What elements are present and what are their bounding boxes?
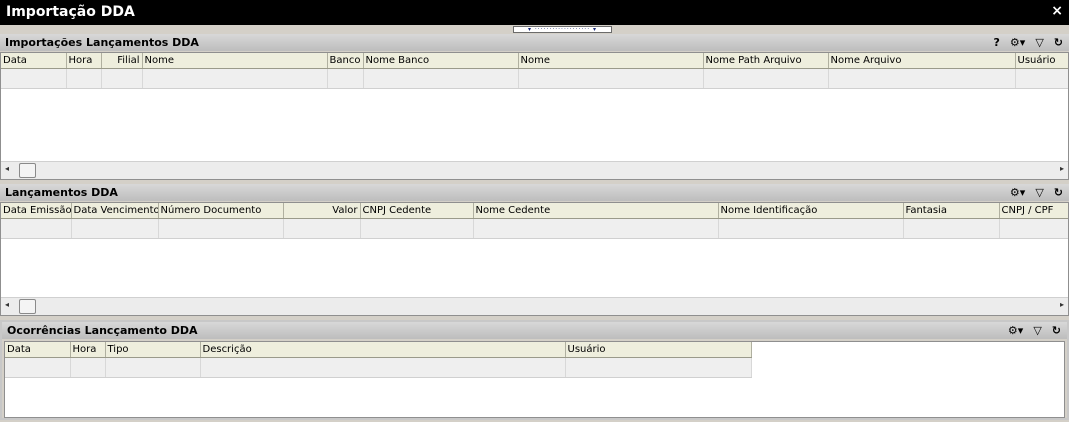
column-header[interactable]: Usuário bbox=[1015, 53, 1068, 69]
column-header[interactable]: Data Emissão bbox=[1, 203, 72, 219]
grid-importacoes: Data Hora Filial Nome Banco Nome Banco N… bbox=[0, 52, 1069, 180]
panel-header: Ocorrências Lancçamento DDA ⚙▾ ▽ ↻ bbox=[2, 322, 1067, 339]
refresh-icon[interactable]: ↻ bbox=[1054, 186, 1063, 199]
column-header[interactable]: Hora bbox=[70, 342, 106, 358]
column-header[interactable]: Usuário bbox=[565, 342, 752, 358]
panel-toolbar: ⚙▾ ▽ ↻ bbox=[1010, 185, 1063, 200]
grid-table: Data Emissão Data Vencimento Número Docu… bbox=[1, 203, 1068, 239]
panel-toolbar: ⚙▾ ▽ ↻ bbox=[1008, 323, 1061, 338]
scroll-left-icon[interactable]: ◂ bbox=[5, 300, 9, 309]
panel-importacoes: Importações Lançamentos DDA ? ⚙▾ ▽ ↻ Dat… bbox=[0, 34, 1069, 180]
config-icon[interactable]: ⚙▾ bbox=[1010, 186, 1025, 199]
column-header[interactable]: Número Documento bbox=[158, 203, 284, 219]
scroll-right-icon[interactable]: ▸ bbox=[1060, 164, 1064, 173]
horizontal-scrollbar[interactable]: ◂ ▸ bbox=[1, 297, 1068, 315]
window-title: Importação DDA bbox=[6, 4, 135, 20]
column-header[interactable]: Filial bbox=[101, 53, 143, 69]
grid-ocorrencias: Data Hora Tipo Descrição Usuário bbox=[4, 341, 1065, 418]
table-row[interactable] bbox=[5, 357, 752, 378]
panel-header: Lançamentos DDA ⚙▾ ▽ ↻ bbox=[0, 184, 1069, 201]
filter-icon[interactable]: ▽ bbox=[1035, 36, 1043, 49]
column-header[interactable]: Nome Path Arquivo bbox=[703, 53, 829, 69]
grid-lancamentos: Data Emissão Data Vencimento Número Docu… bbox=[0, 202, 1069, 316]
column-header[interactable]: Descrição bbox=[200, 342, 566, 358]
column-header[interactable]: Nome Cedente bbox=[473, 203, 719, 219]
grid-header-row: Data Emissão Data Vencimento Número Docu… bbox=[1, 203, 1068, 219]
close-icon[interactable]: × bbox=[1051, 3, 1063, 19]
column-header[interactable]: Fantasia bbox=[903, 203, 1000, 219]
panel-toolbar: ? ⚙▾ ▽ ↻ bbox=[994, 35, 1063, 50]
filter-icon[interactable]: ▽ bbox=[1033, 324, 1041, 337]
column-header[interactable]: Banco bbox=[327, 53, 364, 69]
column-header[interactable]: Nome Identificação bbox=[718, 203, 904, 219]
column-header[interactable]: Data Vencimento bbox=[71, 203, 159, 219]
horizontal-scrollbar[interactable]: ◂ ▸ bbox=[1, 161, 1068, 179]
config-icon[interactable]: ⚙▾ bbox=[1008, 324, 1023, 337]
table-row[interactable] bbox=[1, 218, 1068, 239]
column-header[interactable]: Nome bbox=[518, 53, 704, 69]
column-header[interactable]: Data bbox=[5, 342, 71, 358]
config-icon[interactable]: ⚙▾ bbox=[1010, 36, 1025, 49]
panel-ocorrencias: Ocorrências Lancçamento DDA ⚙▾ ▽ ↻ Data … bbox=[0, 320, 1069, 420]
filter-icon[interactable]: ▽ bbox=[1035, 186, 1043, 199]
grid-table: Data Hora Filial Nome Banco Nome Banco N… bbox=[1, 53, 1068, 89]
refresh-icon[interactable]: ↻ bbox=[1052, 324, 1061, 337]
column-header[interactable]: CNPJ / CPF bbox=[999, 203, 1068, 219]
grid-header-row: Data Hora Filial Nome Banco Nome Banco N… bbox=[1, 53, 1068, 69]
table-row[interactable] bbox=[1, 68, 1068, 89]
panel-title: Ocorrências Lancçamento DDA bbox=[7, 324, 198, 337]
column-header[interactable]: Nome Arquivo bbox=[828, 53, 1016, 69]
column-header[interactable]: Data bbox=[1, 53, 67, 69]
grid-table: Data Hora Tipo Descrição Usuário bbox=[5, 342, 752, 378]
panel-title: Importações Lançamentos DDA bbox=[5, 36, 199, 49]
column-header[interactable]: Nome bbox=[142, 53, 328, 69]
column-header[interactable]: Valor bbox=[283, 203, 361, 219]
column-header[interactable]: Hora bbox=[66, 53, 102, 69]
panel-title: Lançamentos DDA bbox=[5, 186, 118, 199]
splitter-handle[interactable]: ▾ ··················· ▾ bbox=[513, 26, 612, 33]
refresh-icon[interactable]: ↻ bbox=[1054, 36, 1063, 49]
panel-lancamentos: Lançamentos DDA ⚙▾ ▽ ↻ Data Emissão Data… bbox=[0, 184, 1069, 316]
column-header[interactable]: CNPJ Cedente bbox=[360, 203, 474, 219]
help-icon[interactable]: ? bbox=[994, 36, 1000, 49]
column-header[interactable]: Nome Banco bbox=[363, 53, 519, 69]
scroll-thumb[interactable] bbox=[19, 299, 36, 314]
scroll-thumb[interactable] bbox=[19, 163, 36, 178]
window-titlebar: Importação DDA × bbox=[0, 0, 1069, 25]
scroll-right-icon[interactable]: ▸ bbox=[1060, 300, 1064, 309]
column-header[interactable]: Tipo bbox=[105, 342, 201, 358]
grid-header-row: Data Hora Tipo Descrição Usuário bbox=[5, 342, 752, 358]
scroll-left-icon[interactable]: ◂ bbox=[5, 164, 9, 173]
panel-header: Importações Lançamentos DDA ? ⚙▾ ▽ ↻ bbox=[0, 34, 1069, 51]
